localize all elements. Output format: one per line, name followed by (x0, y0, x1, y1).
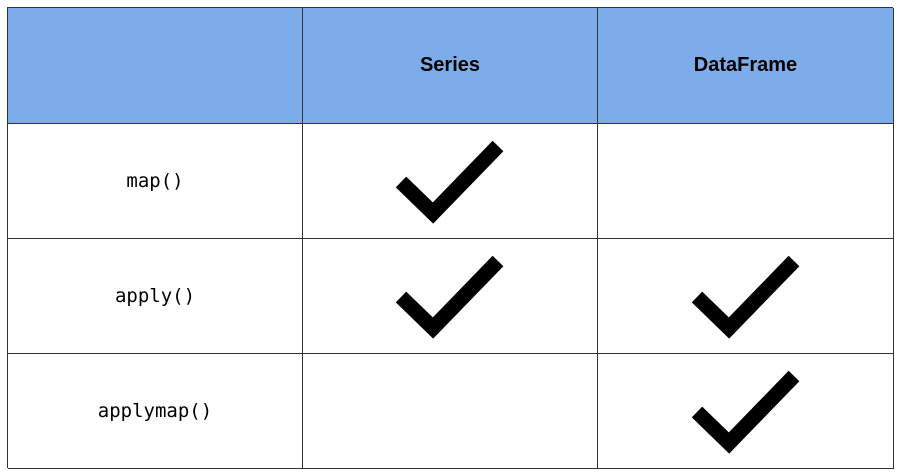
mark-cell (598, 354, 894, 469)
check-icon (691, 370, 799, 454)
mark-cell (303, 354, 598, 469)
header-corner-cell (8, 8, 303, 124)
check-icon (395, 140, 504, 224)
row-label-cell: applymap() (8, 354, 303, 469)
check-icon (691, 255, 799, 339)
mark-cell (598, 124, 894, 239)
header-cell-dataframe: DataFrame (598, 8, 894, 124)
header-label-dataframe: DataFrame (693, 54, 798, 76)
comparison-table: Series DataFrame map() apply() applymap(… (7, 7, 894, 469)
row-label-cell: map() (8, 124, 303, 239)
check-icon (395, 255, 504, 339)
mark-cell (303, 124, 598, 239)
row-label-applymap: applymap() (97, 400, 213, 422)
mark-cell (303, 239, 598, 354)
row-label-map: map() (126, 170, 184, 192)
header-label-series: Series (419, 54, 481, 76)
row-label-cell: apply() (8, 239, 303, 354)
header-cell-series: Series (303, 8, 598, 124)
row-label-apply: apply() (114, 285, 196, 307)
mark-cell (598, 239, 894, 354)
